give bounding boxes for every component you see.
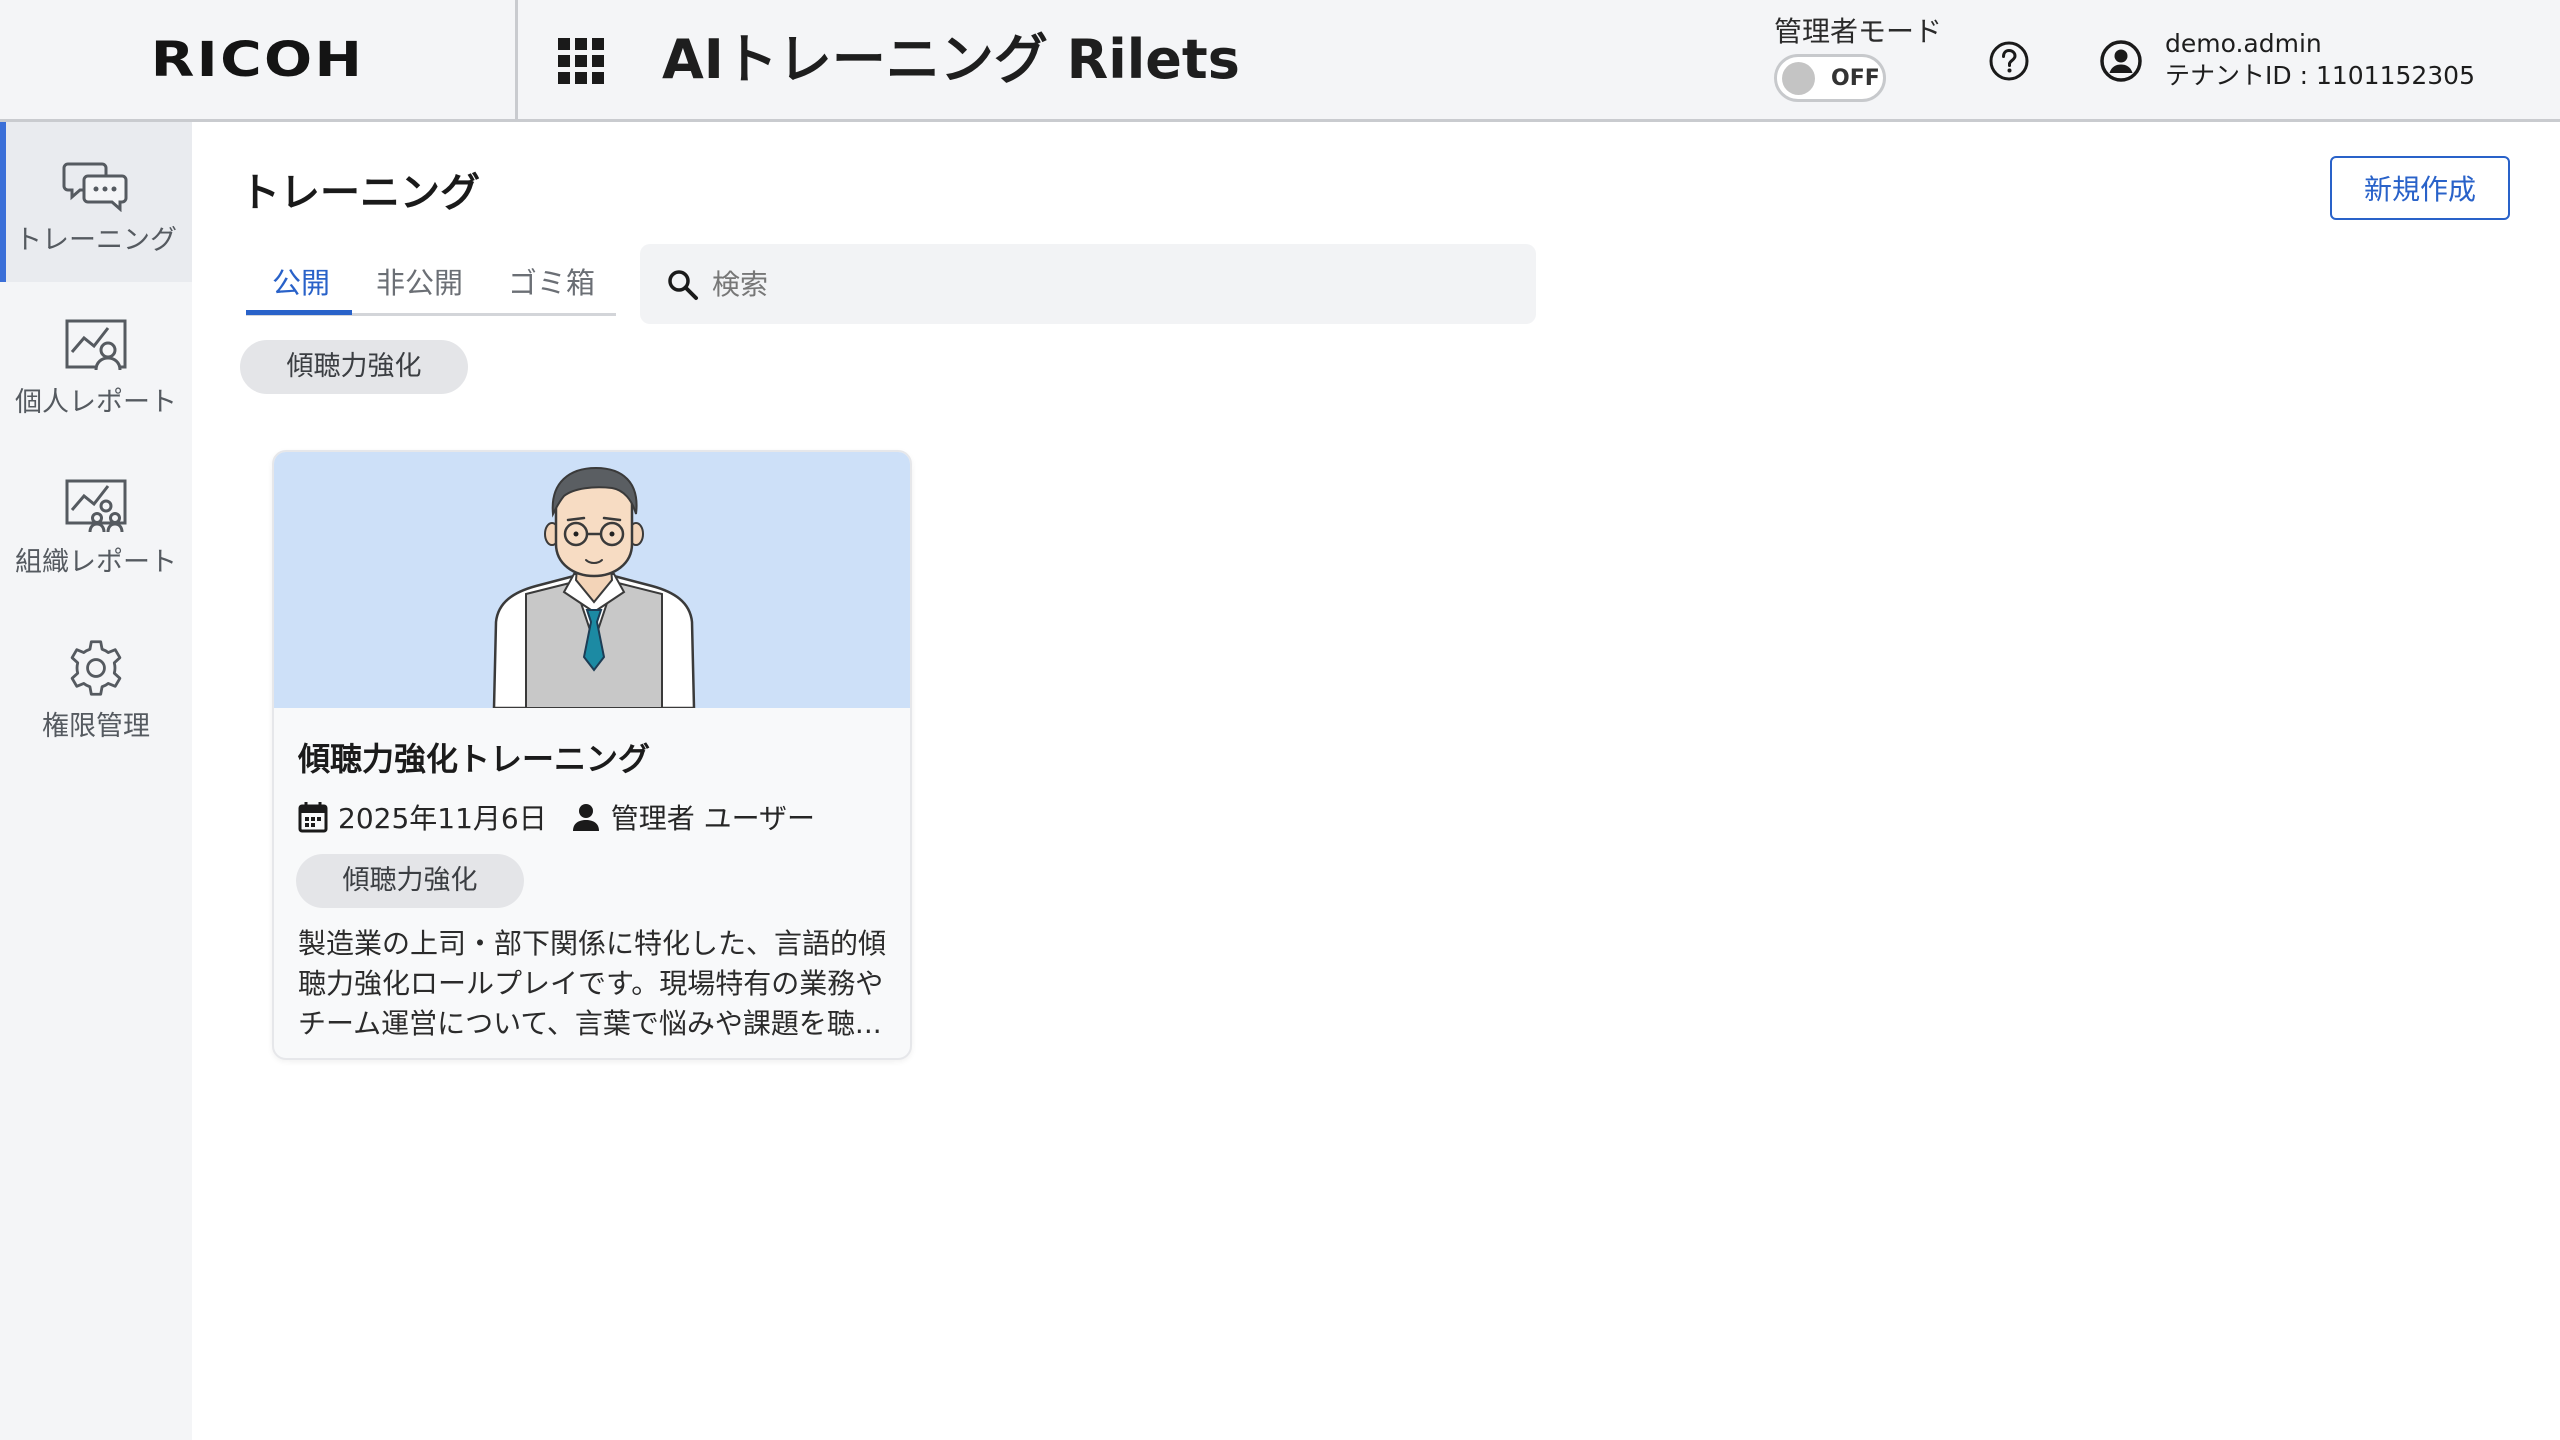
tab-private[interactable]: 非公開 [376,260,463,316]
sidebar-item-team-report[interactable]: 組織レポート [0,442,192,602]
sidebar-item-permissions[interactable]: 権限管理 [0,602,192,762]
gear-icon [70,640,122,696]
chat-bubbles-icon [62,162,128,212]
sidebar-item-training[interactable]: トレーニング [0,122,192,282]
sidebar-item-personal-report[interactable]: 個人レポート [0,282,192,442]
person-icon [572,804,599,831]
tab-public[interactable]: 公開 [272,260,330,316]
tab-trash[interactable]: ゴミ箱 [508,260,595,316]
card-date: 2025年11月6日 [338,802,547,835]
calendar-icon [298,802,328,833]
card-tag-chip: 傾聴力強化 [296,854,524,908]
admin-mode-control: 管理者モード OFF [1774,14,1942,102]
businessman-avatar-illustration [492,466,696,710]
card-description: 製造業の上司・部下関係に特化した、言語的傾聴力強化ロールプレイです。現場特有の業… [298,924,898,1044]
search-input[interactable] [712,260,1512,308]
card-title: 傾聴力強化トレーニング [298,740,651,778]
apps-grid-icon[interactable] [558,38,604,84]
card-author-name: 管理者 ユーザー [610,802,816,835]
card-meta: 2025年11月6日 管理者 ユーザー [298,797,815,837]
app-title: AIトレーニング Rilets [662,28,1240,91]
card-description-text: 製造業の上司・部下関係に特化した、言語的傾聴力強化ロールプレイです。現場特有の業… [298,927,887,1040]
search-box [640,244,1536,324]
sidebar-item-label: 権限管理 [42,711,150,742]
card-author: 管理者 ユーザー [571,797,815,837]
search-icon [668,270,698,300]
filter-chip-listening[interactable]: 傾聴力強化 [240,340,468,394]
active-tab-indicator [246,310,352,315]
admin-mode-label: 管理者モード [1774,15,1943,48]
sidebar-item-label: 組織レポート [15,547,177,578]
user-name: demo.admin [2165,29,2322,58]
account-icon[interactable] [2098,38,2144,84]
training-card[interactable]: 傾聴力強化トレーニング 2025年11月6日 管理者 ユーザー 傾聴力強化 製造… [272,450,912,1060]
toggle-state-label: OFF [1831,66,1880,91]
app-header: RICOH AIトレーニング Rilets 管理者モード OFF demo.ad… [0,0,2560,122]
person-report-icon [65,319,127,371]
tenant-id: テナントID : 1101152305 [2165,61,2475,90]
page-title: トレーニング [240,170,480,216]
ricoh-logo[interactable]: RICOH [151,32,365,88]
toggle-knob [1782,62,1815,95]
sidebar-nav: トレーニング 個人レポート 組織レポート 権限管理 [0,122,192,1440]
admin-mode-toggle[interactable]: OFF [1774,54,1886,102]
card-image [274,452,910,710]
team-report-icon [65,479,127,533]
help-icon[interactable] [1988,40,2030,82]
visibility-tabs: 公開 非公開 ゴミ箱 [246,256,616,316]
logo-area: RICOH [0,0,518,120]
sidebar-item-label: 個人レポート [15,387,177,418]
create-new-button[interactable]: 新規作成 [2330,156,2510,220]
sidebar-item-label: トレーニング [15,225,177,256]
